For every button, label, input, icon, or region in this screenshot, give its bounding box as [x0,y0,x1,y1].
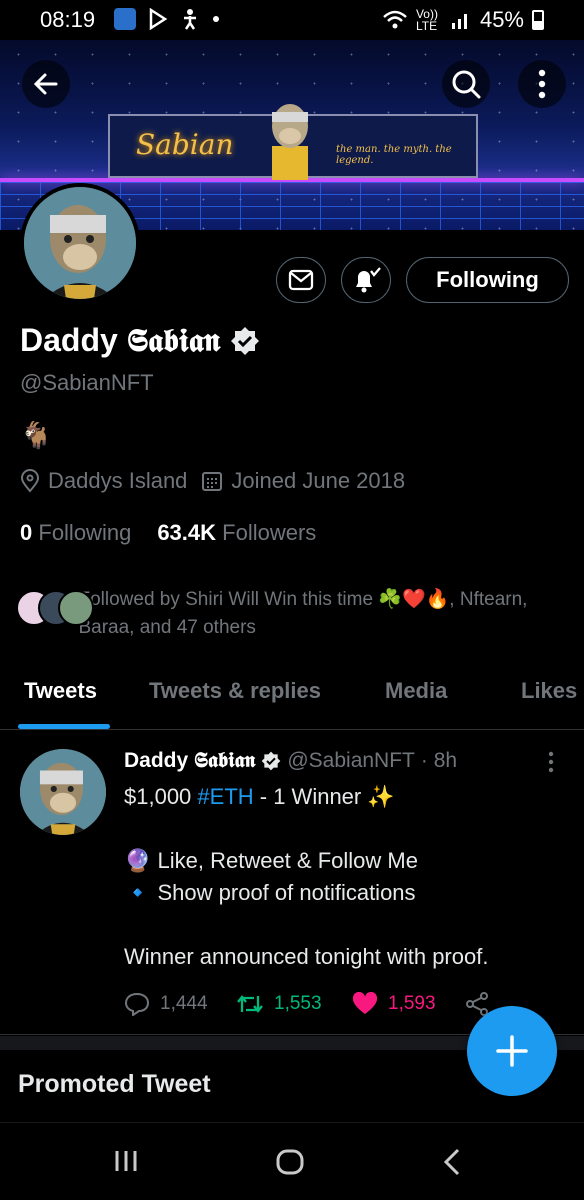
followed-by[interactable]: Followed by Shiri Will Win this time ☘️❤… [16,586,556,642]
followed-by-avatars [16,586,94,630]
notifications-button[interactable] [341,257,391,303]
tweet-text-segment: - 1 Winner ✨ [253,784,395,809]
profile-bio: 🐐 [20,420,53,450]
tweet-avatar[interactable] [20,749,106,835]
more-vertical-icon [538,69,546,99]
retweet-icon [237,995,263,1013]
calendar-icon [202,472,223,491]
active-tab-indicator [18,724,110,729]
more-options-button[interactable] [518,60,566,108]
tweet-header: Daddy 𝕾𝖆𝖇𝖎𝖆𝖓 @SabianNFT · 8h [124,749,457,773]
banner-tagline: the man. the myth. the legend. [336,144,452,166]
tweet-line-1: $1,000 #ETH - 1 Winner ✨ [124,781,564,813]
tweet-author[interactable]: Daddy 𝕾𝖆𝖇𝖎𝖆𝖓 [124,749,255,773]
profile-handle: @SabianNFT [20,370,154,395]
profile-tabs: Tweets Tweets & replies Media Likes [0,664,584,730]
retweet-button[interactable]: 1,553 [236,992,352,1016]
recent-apps-icon[interactable] [112,1147,140,1175]
tweet-time: · 8h [420,749,458,772]
back-nav-icon[interactable] [440,1147,464,1177]
follow-counts: 0 Following 63.4K Followers [20,520,316,546]
followers-count: 63.4K [157,520,217,545]
message-button[interactable] [276,257,326,303]
ape-avatar-image [24,187,136,299]
profile-name-row: Daddy 𝕾𝖆𝖇𝖎𝖆𝖓 [20,322,260,360]
tweet-more-icon[interactable] [548,751,554,773]
profile-avatar[interactable] [20,183,140,303]
tweet-actions: 1,444 1,553 1,593 [124,989,504,1019]
home-icon[interactable] [275,1147,305,1177]
following-count-link[interactable]: 0 Following [20,520,131,546]
followers-count-link[interactable]: 63.4K Followers [157,520,316,546]
banner-title: Sabian [136,128,234,161]
verified-badge-icon [231,327,260,355]
play-notification-icon [149,8,168,30]
tweet-line-3: 🔹 Show proof of notifications [124,880,416,905]
hashtag-link[interactable]: #ETH [197,784,253,809]
following-button[interactable]: Following [406,257,569,303]
tweet-text-segment: $1,000 [124,784,198,809]
tweet-handle: @SabianNFT [287,749,415,772]
battery-icon [532,10,544,30]
banner-ape-image [272,104,308,180]
tweet-line-2: 🔮 Like, Retweet & Follow Me [124,848,418,873]
envelope-icon [288,269,314,291]
retweet-count: 1,553 [274,993,322,1014]
tweet-card[interactable]: Daddy 𝕾𝖆𝖇𝖎𝖆𝖓 @SabianNFT · 8h $1,000 #ETH… [0,731,584,1035]
search-icon [452,70,481,99]
app-notification-icon [114,8,136,30]
tweet-line-4: Winner announced tonight with proof. [124,944,489,969]
bell-subscribed-icon [356,267,381,293]
heart-filled-icon [352,992,378,1014]
reply-button[interactable]: 1,444 [124,992,236,1016]
signal-icon [451,14,467,29]
accessibility-icon [184,9,196,30]
tab-tweets-replies[interactable]: Tweets & replies [149,678,321,704]
tab-tweets[interactable]: Tweets [24,678,97,704]
reply-count: 1,444 [160,993,208,1014]
tweet-text: $1,000 #ETH - 1 Winner ✨ 🔮 Like, Retweet… [124,781,564,973]
location-pin-icon [20,469,40,493]
wifi-icon [383,10,407,29]
status-time: 08:19 [40,7,96,32]
profile-joined: Joined June 2018 [231,468,406,493]
back-arrow-icon [33,73,58,95]
followers-label: Followers [222,520,317,545]
plus-icon [496,1035,528,1067]
display-name: Daddy 𝕾𝖆𝖇𝖎𝖆𝖓 [20,322,221,358]
followed-by-text: Followed by Shiri Will Win this time ☘️❤… [78,589,528,638]
dot-icon [213,16,219,22]
status-bar: 08:19 Vo)) LTE 45% [0,0,584,40]
compose-tweet-button[interactable] [467,1006,557,1096]
following-count: 0 [20,520,33,545]
network-label: Vo)) LTE [415,7,438,33]
android-nav-bar [0,1122,584,1200]
back-button[interactable] [22,60,70,108]
verified-badge-icon [262,751,281,771]
like-button[interactable]: 1,593 [352,992,464,1016]
reply-icon [124,992,150,1016]
promoted-tweet-heading: Promoted Tweet [18,1070,211,1098]
profile-meta: Daddys Island Joined June 2018 [20,468,419,494]
profile-location: Daddys Island [48,468,188,493]
tab-media[interactable]: Media [385,678,447,704]
follower-avatar [58,590,94,626]
search-button[interactable] [442,60,490,108]
battery-percent: 45% [479,7,524,32]
ape-avatar-image [20,749,106,835]
like-count: 1,593 [388,993,436,1014]
tab-likes[interactable]: Likes [521,678,577,704]
following-label: Following [38,520,132,545]
